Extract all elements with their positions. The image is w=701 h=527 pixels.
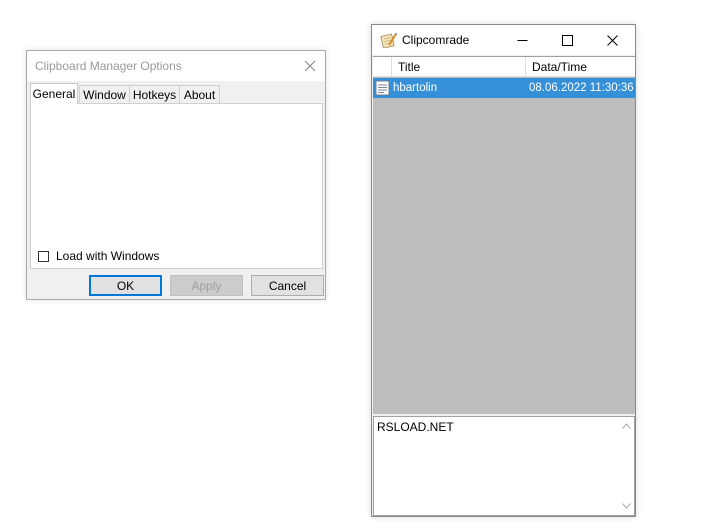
clipcomrade-titlebar[interactable]: Clipcomrade	[372, 25, 635, 55]
title-column-header[interactable]: Title	[392, 57, 526, 77]
cancel-button-label: Cancel	[268, 278, 307, 293]
load-with-windows-label: Load with Windows	[56, 249, 160, 263]
general-tab-panel: Load with Windows	[30, 103, 323, 269]
text-clip-icon	[375, 80, 390, 96]
datetime-column-header[interactable]: Data/Time	[526, 57, 635, 77]
ok-button-label: OK	[116, 278, 135, 293]
row-title: hbartolin	[393, 82, 438, 94]
options-dialog-title: Clipboard Manager Options	[35, 59, 182, 73]
maximize-icon	[562, 34, 573, 46]
window-close-button[interactable]	[590, 25, 635, 55]
clip-history-list[interactable]: Title Data/Time hbartolin 08.06.2022 11:…	[373, 56, 635, 414]
minimize-button[interactable]	[500, 25, 545, 55]
load-with-windows-checkbox[interactable]	[38, 250, 49, 262]
clip-preview-textbox[interactable]: RSLOAD.NET	[373, 416, 635, 516]
clip-preview-text: RSLOAD.NET	[377, 420, 454, 434]
tab-hotkeys[interactable]: Hotkeys	[129, 85, 180, 103]
tab-general[interactable]: General	[30, 83, 78, 104]
options-close-button[interactable]	[295, 51, 325, 81]
ok-button[interactable]: OK	[89, 275, 162, 296]
row-datetime: 08.06.2022 11:30:36	[529, 82, 634, 94]
clipcomrade-title: Clipcomrade	[402, 33, 470, 47]
notepad-pencil-icon	[380, 32, 398, 48]
tab-about[interactable]: About	[179, 85, 220, 103]
clip-list-header: Title Data/Time	[373, 57, 635, 77]
tab-about-label: About	[183, 87, 216, 102]
apply-button-label: Apply	[191, 278, 222, 293]
tab-window[interactable]: Window	[79, 85, 130, 103]
table-row[interactable]: hbartolin 08.06.2022 11:30:36	[373, 78, 635, 98]
apply-button: Apply	[170, 275, 243, 296]
scroll-down-icon[interactable]	[622, 503, 631, 509]
load-with-windows-option[interactable]: Load with Windows	[38, 249, 159, 263]
minimize-icon	[517, 39, 528, 41]
title-column-label: Title	[398, 60, 421, 74]
clipcomrade-window: Clipcomrade Title Data/Time hbartolin 08…	[371, 24, 636, 517]
scroll-up-icon[interactable]	[622, 423, 631, 429]
close-icon	[304, 60, 316, 72]
tab-general-label: General	[32, 87, 76, 101]
tab-hotkeys-label: Hotkeys	[132, 87, 177, 102]
options-dialog: Clipboard Manager Options General Window…	[26, 50, 326, 300]
close-icon	[607, 34, 618, 46]
tab-window-label: Window	[83, 87, 126, 102]
icon-column-header[interactable]	[373, 57, 392, 77]
cancel-button[interactable]: Cancel	[251, 275, 324, 296]
maximize-button[interactable]	[545, 25, 590, 55]
datetime-column-label: Data/Time	[532, 60, 587, 74]
options-dialog-titlebar[interactable]: Clipboard Manager Options	[27, 51, 325, 81]
